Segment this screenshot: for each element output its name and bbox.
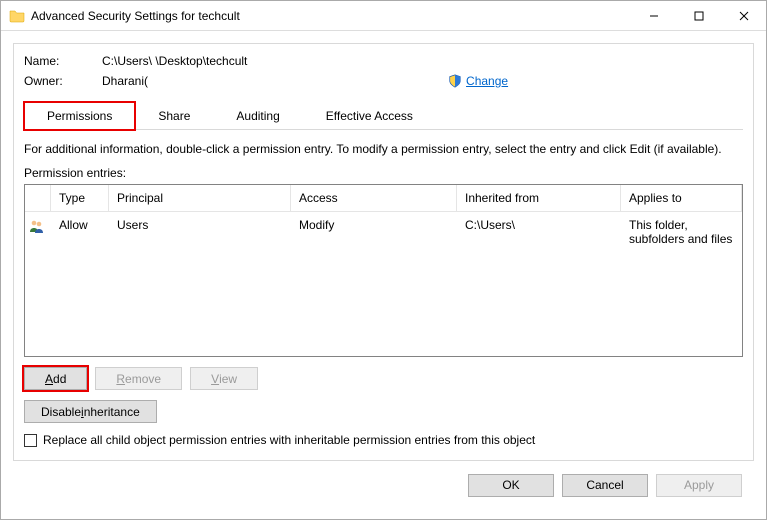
security-settings-window: Advanced Security Settings for techcult … <box>0 0 767 520</box>
row-applies: This folder, subfolders and files <box>621 212 742 252</box>
users-icon <box>25 212 51 252</box>
replace-checkbox-row: Replace all child object permission entr… <box>24 433 743 447</box>
close-button[interactable] <box>721 1 766 30</box>
row-principal: Users <box>109 212 291 252</box>
row-inherited: C:\Users\ <box>457 212 621 252</box>
tab-effective-access[interactable]: Effective Access <box>303 102 436 129</box>
remove-button: Remove <box>95 367 182 390</box>
apply-button: Apply <box>656 474 742 497</box>
row-access: Modify <box>291 212 457 252</box>
maximize-button[interactable] <box>676 1 721 30</box>
description-text: For additional information, double-click… <box>24 142 743 156</box>
owner-value: Dharani( <box>102 74 148 88</box>
add-button[interactable]: Add <box>24 367 87 390</box>
entries-heading: Permission entries: <box>24 166 743 180</box>
tab-share[interactable]: Share <box>135 102 213 129</box>
cancel-button[interactable]: Cancel <box>562 474 648 497</box>
col-principal[interactable]: Principal <box>109 185 291 212</box>
owner-row: Owner: Dharani( Change <box>24 74 743 88</box>
tab-auditing[interactable]: Auditing <box>213 102 302 129</box>
dialog-footer: OK Cancel Apply <box>13 461 754 509</box>
col-icon[interactable] <box>25 185 51 212</box>
list-header: Type Principal Access Inherited from App… <box>25 185 742 212</box>
col-access[interactable]: Access <box>291 185 457 212</box>
main-panel: Name: C:\Users\ \Desktop\techcult Owner:… <box>13 43 754 461</box>
entry-buttons: Add Remove View <box>24 367 743 390</box>
row-type: Allow <box>51 212 109 252</box>
titlebar: Advanced Security Settings for techcult <box>1 1 766 31</box>
col-applies[interactable]: Applies to <box>621 185 742 212</box>
window-body: Name: C:\Users\ \Desktop\techcult Owner:… <box>1 31 766 519</box>
name-value: C:\Users\ \Desktop\techcult <box>102 54 247 68</box>
name-row: Name: C:\Users\ \Desktop\techcult <box>24 54 743 68</box>
disable-inheritance-button[interactable]: Disable inheritance <box>24 400 157 423</box>
folder-icon <box>9 8 25 24</box>
shield-icon <box>448 74 462 88</box>
permission-entries-list[interactable]: Type Principal Access Inherited from App… <box>24 184 743 357</box>
window-title: Advanced Security Settings for techcult <box>31 9 631 23</box>
view-button: View <box>190 367 258 390</box>
change-owner-link[interactable]: Change <box>466 74 508 88</box>
col-type[interactable]: Type <box>51 185 109 212</box>
name-label: Name: <box>24 54 102 68</box>
minimize-button[interactable] <box>631 1 676 30</box>
tab-strip: Permissions Share Auditing Effective Acc… <box>24 102 743 130</box>
permission-row[interactable]: Allow Users Modify C:\Users\ This folder… <box>25 212 742 252</box>
replace-checkbox[interactable] <box>24 434 37 447</box>
col-inherited[interactable]: Inherited from <box>457 185 621 212</box>
replace-checkbox-label: Replace all child object permission entr… <box>43 433 535 447</box>
ok-button[interactable]: OK <box>468 474 554 497</box>
tab-permissions[interactable]: Permissions <box>24 102 135 130</box>
owner-label: Owner: <box>24 74 102 88</box>
